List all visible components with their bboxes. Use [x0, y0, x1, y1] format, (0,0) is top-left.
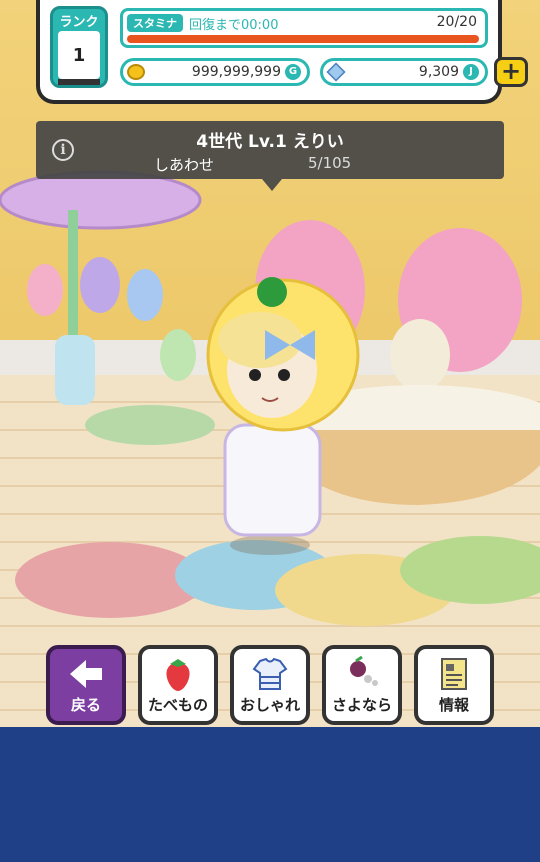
- back-button-label: 戻る: [70, 696, 101, 714]
- status-swirl: [257, 277, 287, 307]
- egg-ornament: [80, 257, 120, 313]
- add-currency-button[interactable]: +: [494, 57, 528, 87]
- stamina-bar: [127, 35, 479, 43]
- round-rug: [85, 405, 215, 445]
- coin-icon: [127, 64, 145, 80]
- gem-icon: [326, 62, 346, 82]
- rank-progress-bar: [58, 79, 100, 85]
- mobile-pole: [68, 210, 78, 340]
- room-decor: [0, 170, 540, 626]
- jewel-unit: J: [463, 64, 479, 80]
- coin-counter: 999,999,999 G: [120, 58, 310, 86]
- happiness-value: 5/105: [308, 154, 352, 172]
- egg-ornament: [160, 329, 196, 381]
- character-eye: [278, 369, 290, 381]
- info-button-label: 情報: [438, 696, 469, 714]
- stamina-recovery-timer: 回復まで00:00: [189, 18, 279, 33]
- stamina-label: スタミナ: [127, 14, 183, 32]
- happiness-label: しあわせ: [154, 156, 215, 174]
- status-hud: ランク 1 スタミナ 回復まで00:00 20/20 999,999,999 G…: [36, 0, 528, 104]
- food-button-label: たべもの: [147, 696, 208, 714]
- character-info-popup: i 4世代 Lv.1 えりい しあわせ 5/105: [36, 121, 504, 191]
- egg-ornament: [127, 269, 163, 321]
- popup-pointer: [262, 179, 282, 191]
- mobile-base: [55, 335, 95, 405]
- stamina-count: 20/20: [436, 14, 477, 30]
- rank-label: ランク: [59, 15, 99, 30]
- coin-unit: G: [285, 64, 301, 80]
- arrow-left-icon: [70, 660, 102, 688]
- game-scene: [0, 0, 540, 727]
- flower-canopy: [0, 170, 202, 230]
- easter-egg: [390, 319, 450, 391]
- document-icon: [441, 658, 467, 690]
- jewel-counter: 9,309 J: [320, 58, 488, 86]
- info-button[interactable]: 情報: [414, 645, 494, 725]
- character-shadow: [230, 535, 310, 555]
- food-button[interactable]: たべもの: [138, 645, 218, 725]
- character-eye: [249, 369, 261, 381]
- fashion-button[interactable]: おしゃれ: [230, 645, 310, 725]
- clothes-icon: [252, 657, 288, 690]
- stamina-bar-fill: [127, 35, 479, 43]
- coin-amount: 999,999,999: [191, 64, 281, 80]
- egg-ornament: [27, 264, 63, 316]
- character-body: [223, 423, 322, 537]
- rank-box: ランク 1: [50, 6, 108, 88]
- goodbye-button[interactable]: さよなら: [322, 645, 402, 725]
- grape-icon: [350, 655, 378, 686]
- jewel-amount: 9,309: [418, 64, 459, 80]
- strawberry-icon: [166, 659, 190, 691]
- fashion-button-label: おしゃれ: [239, 696, 300, 714]
- character-title: 4世代 Lv.1 えりい: [196, 132, 344, 152]
- bottom-panel: [0, 727, 540, 862]
- goodbye-button-label: さよなら: [331, 696, 392, 714]
- character-hair: [218, 312, 302, 368]
- back-button[interactable]: 戻る: [46, 645, 126, 725]
- rank-value: 1: [58, 31, 100, 79]
- stamina-panel: スタミナ 回復まで00:00 20/20: [120, 8, 488, 48]
